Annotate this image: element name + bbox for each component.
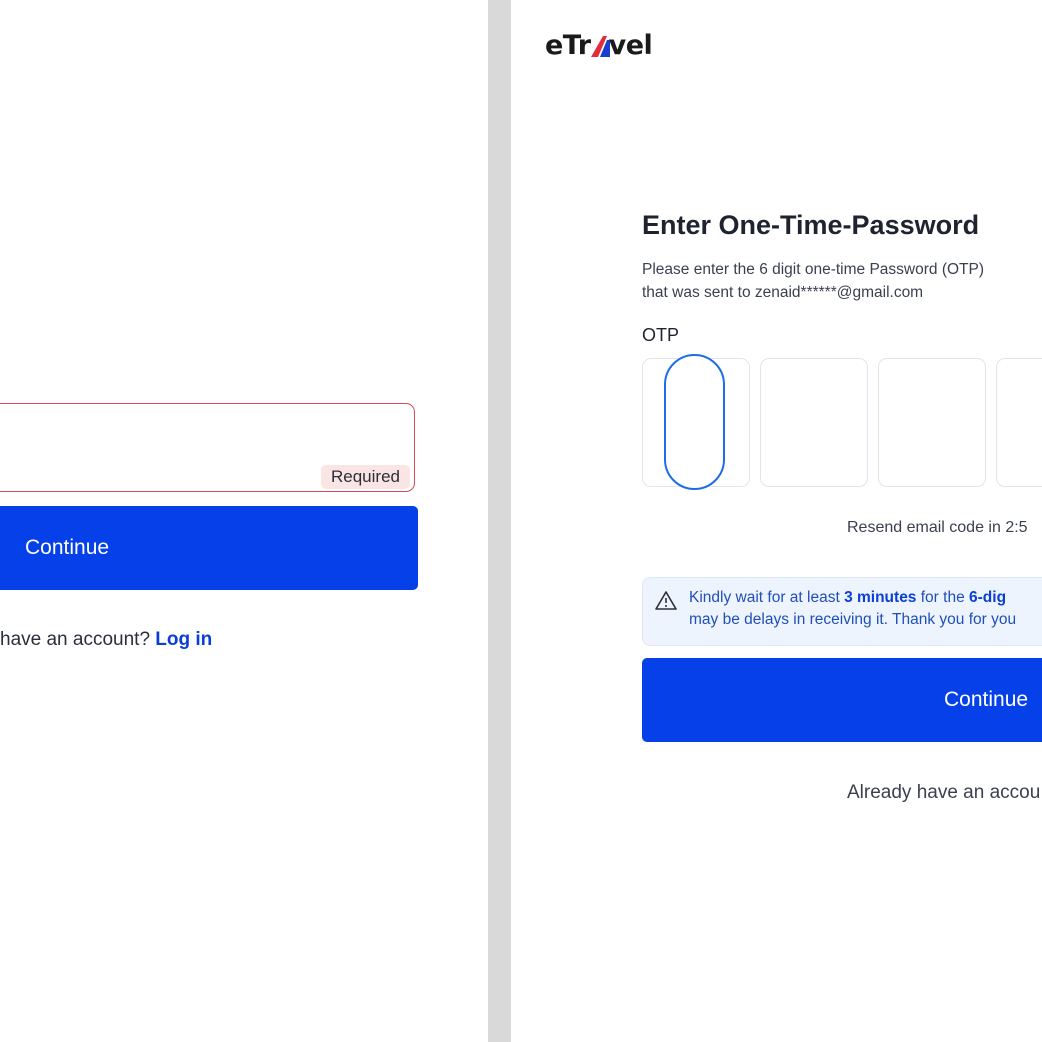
otp-digit-4[interactable]	[996, 358, 1042, 487]
etravel-logo[interactable]: eTr vel	[545, 30, 653, 61]
notice-line2: may be delays in receiving it. Thank you…	[689, 611, 1017, 628]
account-prompt: have an account? Log in	[0, 629, 212, 651]
left-signup-panel: Required Continue have an account? Log i…	[0, 0, 488, 1042]
otp-description-line2: that was sent to zenaid******@gmail.com	[642, 284, 924, 301]
notice-bold-minutes: 3 minutes	[844, 589, 917, 606]
otp-focus-ring[interactable]	[664, 354, 725, 490]
otp-continue-button[interactable]: Continue	[642, 658, 1042, 742]
right-otp-panel: eTr vel Enter One-Time-Password Please e…	[511, 0, 1042, 1042]
account-prompt-text: have an account?	[0, 629, 151, 650]
otp-digit-2[interactable]	[760, 358, 868, 487]
required-error-badge: Required	[321, 465, 410, 489]
already-account-prompt: Already have an accou	[847, 782, 1041, 803]
otp-description-line1: Please enter the 6 digit one-time Passwo…	[642, 261, 985, 278]
logo-text-end: vel	[608, 30, 653, 61]
login-link[interactable]: Log in	[155, 629, 212, 650]
warning-triangle-icon	[655, 591, 677, 610]
page-title: Enter One-Time-Password	[642, 210, 980, 240]
otp-description: Please enter the 6 digit one-time Passwo…	[642, 258, 984, 304]
logo-text-start: eTr	[545, 30, 591, 61]
notice-text-b: for the	[920, 589, 965, 606]
panel-divider	[488, 0, 511, 1042]
resend-code-timer: Resend email code in 2:5	[847, 519, 1028, 536]
logo-mark-icon	[590, 35, 610, 57]
otp-digit-3[interactable]	[878, 358, 986, 487]
wait-notice: Kindly wait for at least 3 minutes for t…	[642, 577, 1042, 646]
continue-button[interactable]: Continue	[0, 506, 418, 590]
notice-bold-digit: 6-dig	[969, 589, 1007, 606]
otp-label: OTP	[642, 325, 680, 345]
notice-text-a: Kindly wait for at least	[689, 589, 840, 606]
notice-line1: Kindly wait for at least 3 minutes for t…	[689, 589, 1006, 607]
